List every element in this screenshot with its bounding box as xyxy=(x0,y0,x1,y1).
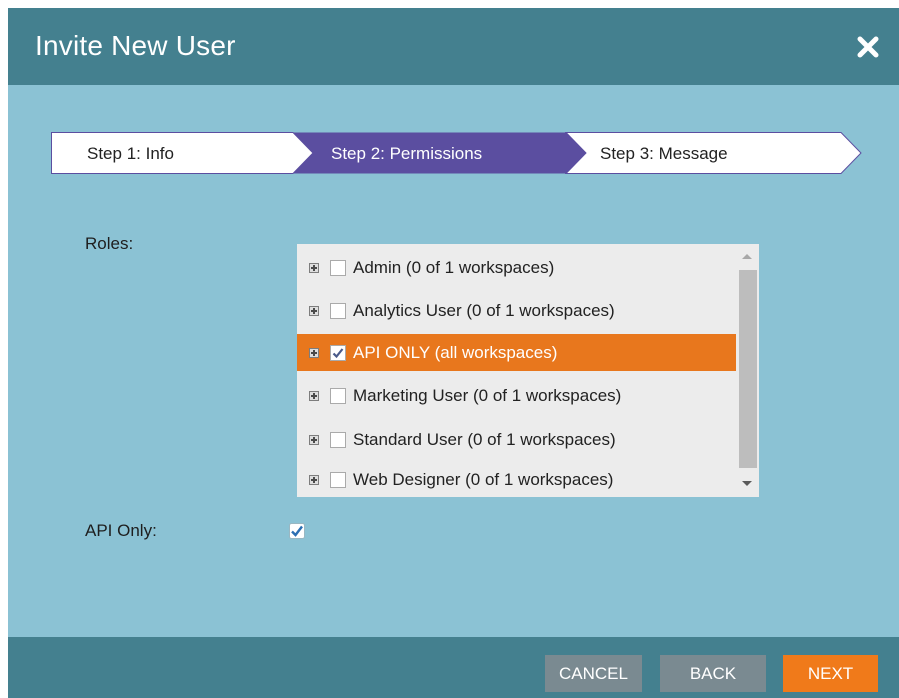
role-checkbox[interactable] xyxy=(330,472,346,488)
role-item-label: Web Designer (0 of 1 workspaces) xyxy=(353,470,614,489)
dialog-title: Invite New User xyxy=(35,30,236,61)
role-item-label: Standard User (0 of 1 workspaces) xyxy=(353,430,616,449)
expand-icon[interactable] xyxy=(309,391,319,401)
role-item-web-designer[interactable]: Web Designer (0 of 1 workspaces) xyxy=(297,461,736,497)
expand-icon[interactable] xyxy=(309,475,319,485)
wizard-steps: Step 1: Info Step 2: Permissions Step 3:… xyxy=(51,132,862,174)
scroll-down-icon[interactable] xyxy=(742,481,752,486)
dialog-footer: CANCEL BACK NEXT xyxy=(8,637,899,698)
role-checkbox[interactable] xyxy=(330,260,346,276)
roles-listbox[interactable]: Admin (0 of 1 workspaces) Analytics User… xyxy=(297,244,759,497)
step-3-label: Step 3: Message xyxy=(600,144,728,163)
role-checkbox[interactable] xyxy=(330,388,346,404)
step-2-label: Step 2: Permissions xyxy=(331,144,483,163)
dialog-header: Invite New User xyxy=(8,8,899,85)
role-item-marketing-user[interactable]: Marketing User (0 of 1 workspaces) xyxy=(297,377,736,414)
api-only-checkbox[interactable] xyxy=(289,523,305,539)
invite-user-dialog: Invite New User Step 1: Info Step 2: Per… xyxy=(8,8,899,698)
role-checkbox[interactable] xyxy=(330,345,346,361)
scrollbar-thumb[interactable] xyxy=(739,270,757,468)
expand-icon[interactable] xyxy=(309,263,319,273)
role-checkbox[interactable] xyxy=(330,303,346,319)
role-item-api-only[interactable]: API ONLY (all workspaces) xyxy=(297,334,736,371)
expand-icon[interactable] xyxy=(309,435,319,445)
close-icon[interactable] xyxy=(855,34,881,60)
expand-icon[interactable] xyxy=(309,306,319,316)
role-item-label: Admin (0 of 1 workspaces) xyxy=(353,258,555,277)
step-1-label: Step 1: Info xyxy=(87,144,174,163)
checkmark-icon xyxy=(332,348,344,359)
scroll-up-icon[interactable] xyxy=(742,254,752,259)
next-button[interactable]: NEXT xyxy=(783,655,878,692)
role-item-admin[interactable]: Admin (0 of 1 workspaces) xyxy=(297,249,736,286)
role-item-label: API ONLY (all workspaces) xyxy=(353,343,558,362)
role-item-label: Marketing User (0 of 1 workspaces) xyxy=(353,386,622,405)
roles-label: Roles: xyxy=(85,234,134,253)
role-item-standard-user[interactable]: Standard User (0 of 1 workspaces) xyxy=(297,421,736,458)
role-item-analytics-user[interactable]: Analytics User (0 of 1 workspaces) xyxy=(297,292,736,329)
back-button[interactable]: BACK xyxy=(660,655,766,692)
role-checkbox[interactable] xyxy=(330,432,346,448)
cancel-button[interactable]: CANCEL xyxy=(545,655,642,692)
roles-scrollbar[interactable] xyxy=(737,244,759,497)
expand-icon[interactable] xyxy=(309,348,319,358)
api-only-label: API Only: xyxy=(85,521,157,540)
role-item-label: Analytics User (0 of 1 workspaces) xyxy=(353,301,615,320)
